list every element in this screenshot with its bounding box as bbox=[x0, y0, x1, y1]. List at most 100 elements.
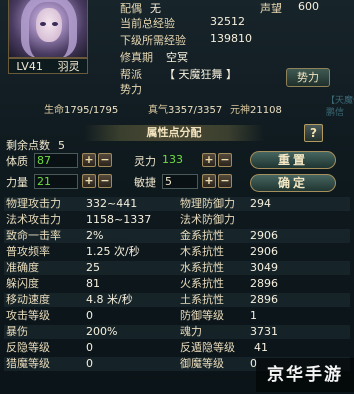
minus-button[interactable]: − bbox=[98, 174, 112, 188]
stat-key: 物理攻击力 bbox=[6, 197, 61, 210]
plus-button[interactable]: + bbox=[82, 153, 96, 167]
site-watermark: 京华手游 bbox=[256, 358, 354, 392]
table-row: 法术攻击力 1158~1337 法术防御力 bbox=[4, 213, 350, 227]
info-value: 无 bbox=[150, 2, 161, 15]
stat-key: 火系抗性 bbox=[180, 277, 224, 290]
stat-key: 躲闪度 bbox=[6, 277, 39, 290]
character-panel: LV41 羽灵 配偶 无 声望 600 当前总经验 32512 下级所需经验 1… bbox=[0, 0, 354, 394]
guild-name: 【 天魔狂舞 】 bbox=[164, 68, 237, 81]
stat-value: 332~441 bbox=[86, 197, 138, 210]
stat-key: 金系抗性 bbox=[180, 229, 224, 242]
stat-value: 0 bbox=[86, 309, 93, 322]
remaining-label: 剩余点数 bbox=[6, 139, 50, 152]
stat-spirit-power: 灵力 133 + − bbox=[134, 153, 244, 168]
stat-value: 2896 bbox=[250, 277, 278, 290]
table-row: 物理攻击力 332~441 物理防御力 294 bbox=[4, 197, 350, 211]
stat-key: 猎魔等级 bbox=[6, 357, 50, 370]
info-key: 下级所需经验 bbox=[120, 34, 186, 47]
stat-key: 暴伤 bbox=[6, 325, 28, 338]
stat-value: 133 bbox=[162, 153, 183, 166]
reset-button[interactable]: 重置 bbox=[250, 151, 336, 169]
stat-value: 1 bbox=[250, 309, 257, 322]
info-value: 32512 bbox=[210, 15, 245, 28]
spirit-readout: 元神21108 bbox=[230, 101, 282, 116]
stat-value: 2896 bbox=[250, 293, 278, 306]
stat-value: 21 bbox=[34, 174, 78, 189]
stat-value: 0 bbox=[86, 341, 93, 354]
stat-value: 81 bbox=[86, 277, 100, 290]
minus-button[interactable]: − bbox=[98, 153, 112, 167]
stat-key: 木系抗性 bbox=[180, 245, 224, 258]
stat-value: 2906 bbox=[250, 229, 278, 242]
portrait-eye-left bbox=[40, 22, 46, 26]
remaining-points: 剩余点数 5 bbox=[6, 137, 65, 153]
stat-value: 200% bbox=[86, 325, 118, 338]
stat-key: 反隐等级 bbox=[6, 341, 50, 354]
stats-table: 物理攻击力 332~441 物理防御力 294 法术攻击力 1158~1337 … bbox=[4, 197, 350, 375]
stat-value: 0 bbox=[86, 357, 93, 370]
stat-key: 致命一击率 bbox=[6, 229, 61, 242]
stat-key: 移动速度 bbox=[6, 293, 50, 306]
stat-value: 3049 bbox=[250, 261, 278, 274]
stat-constitution: 体质 87 + − bbox=[6, 153, 126, 168]
table-row: 移动速度 4.8 米/秒 土系抗性 2896 bbox=[4, 293, 350, 307]
attribute-allocation: 属性点分配 ? 剩余点数 5 体质 87 + − 力量 21 + − 灵力 133… bbox=[4, 122, 350, 194]
table-row: 暴伤 200% 魂力 3731 bbox=[4, 325, 350, 339]
stat-value: 5 bbox=[162, 174, 198, 189]
qi-readout: 真气3357/3357 bbox=[148, 101, 223, 116]
info-key: 势力 bbox=[120, 83, 142, 96]
spirit-value: 21108 bbox=[250, 105, 282, 116]
stat-key: 攻击等级 bbox=[6, 309, 50, 322]
minus-button[interactable]: − bbox=[218, 174, 232, 188]
stat-key: 反遁隐等级 bbox=[180, 341, 235, 354]
table-row: 准确度 25 水系抗性 3049 bbox=[4, 261, 350, 275]
info-key: 修真期 bbox=[120, 51, 153, 64]
info-value: 139810 bbox=[210, 32, 252, 45]
plus-button[interactable]: + bbox=[82, 174, 96, 188]
minus-button[interactable]: − bbox=[218, 153, 232, 167]
stat-key: 御魔等级 bbox=[180, 357, 224, 370]
info-key: 帮派 bbox=[120, 68, 142, 81]
hp-value: 1795/1795 bbox=[64, 105, 119, 116]
stat-value: 2% bbox=[86, 229, 104, 242]
stat-value: 294 bbox=[250, 197, 271, 210]
stat-key: 准确度 bbox=[6, 261, 39, 274]
stat-value: 4.8 米/秒 bbox=[86, 293, 133, 306]
stat-strength: 力量 21 + − bbox=[6, 174, 126, 189]
hp-label: 生命 bbox=[44, 105, 64, 116]
stat-value: 1158~1337 bbox=[86, 213, 152, 226]
stat-label: 力量 bbox=[6, 176, 28, 189]
info-key: 当前总经验 bbox=[120, 17, 175, 30]
stat-value: 1.25 次/秒 bbox=[86, 245, 140, 258]
faction-button[interactable]: 势力 bbox=[286, 68, 330, 87]
plus-button[interactable]: + bbox=[202, 174, 216, 188]
stat-key: 普攻频率 bbox=[6, 245, 50, 258]
character-portrait bbox=[8, 0, 88, 58]
spirit-label: 元神 bbox=[230, 105, 250, 116]
stat-value: 41 bbox=[254, 341, 268, 354]
portrait-eye-right bbox=[52, 22, 58, 26]
help-button[interactable]: ? bbox=[304, 124, 323, 142]
allocation-title: 属性点分配 bbox=[84, 125, 264, 141]
prestige-label: 声望 bbox=[260, 2, 282, 15]
stat-key: 水系抗性 bbox=[180, 261, 224, 274]
confirm-button[interactable]: 确定 bbox=[250, 174, 336, 192]
hp-readout: 生命1795/1795 bbox=[44, 101, 119, 116]
stat-key: 魂力 bbox=[180, 325, 202, 338]
info-value: 空冥 bbox=[166, 51, 188, 64]
stat-value: 87 bbox=[34, 153, 78, 168]
table-row: 躲闪度 81 火系抗性 2896 bbox=[4, 277, 350, 291]
info-key: 配偶 bbox=[120, 2, 142, 15]
level-text: LV41 bbox=[16, 59, 43, 73]
plus-button[interactable]: + bbox=[202, 153, 216, 167]
qi-value: 3357/3357 bbox=[168, 105, 223, 116]
table-row: 致命一击率 2% 金系抗性 2906 bbox=[4, 229, 350, 243]
class-name: 羽灵 bbox=[57, 60, 80, 73]
qi-label: 真气 bbox=[148, 105, 168, 116]
remaining-value: 5 bbox=[58, 139, 65, 152]
stat-label: 敏捷 bbox=[134, 176, 156, 189]
stat-value: 3731 bbox=[250, 325, 278, 338]
stat-agility: 敏捷 5 + − bbox=[134, 174, 244, 189]
stat-key: 物理防御力 bbox=[180, 197, 235, 210]
prestige-value: 600 bbox=[298, 0, 319, 13]
